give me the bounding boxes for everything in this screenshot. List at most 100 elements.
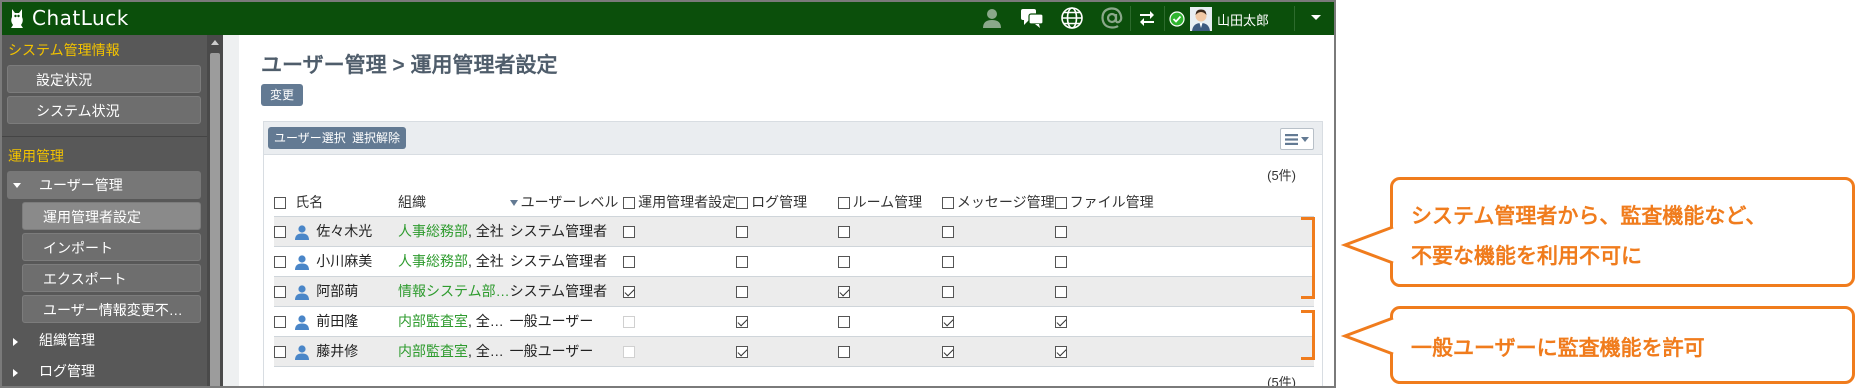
sidebar-item-settings-status[interactable]: 設定状況 (7, 65, 201, 93)
room-cell[interactable] (837, 275, 942, 306)
room-checkbox[interactable] (837, 316, 850, 329)
file-checkbox[interactable] (1054, 316, 1067, 329)
sidebar-scrollbar[interactable] (207, 35, 223, 386)
log-cell[interactable] (736, 245, 838, 276)
dept-link[interactable]: 内部監査室 (398, 313, 468, 329)
row-select-cell[interactable] (274, 215, 296, 246)
file-cell[interactable] (1054, 245, 1314, 276)
ops-admin-cell[interactable] (623, 335, 737, 367)
swap-arrows-icon[interactable] (1135, 6, 1159, 30)
table-row[interactable]: 藤井修 内部監査室, 全… 一般ユーザー (274, 335, 1314, 367)
row-select-cell[interactable] (274, 335, 296, 367)
scroll-up-arrow-icon[interactable] (211, 40, 219, 45)
sidebar-item-system-status[interactable]: システム状況 (7, 96, 201, 124)
file-cell[interactable] (1054, 215, 1314, 246)
room-cell[interactable] (837, 215, 942, 246)
dept-link[interactable]: 内部監査室 (398, 343, 468, 359)
column-header-message[interactable]: メッセージ管理 (941, 188, 1055, 216)
column-header-org[interactable]: 組織 (398, 188, 510, 216)
chat-bubbles-icon[interactable] (1020, 6, 1044, 30)
list-menu-button[interactable] (1280, 128, 1314, 150)
globe-icon[interactable] (1060, 6, 1084, 30)
ops-admin-checkbox[interactable] (623, 286, 636, 299)
column-header-user-level[interactable]: ユーザーレベル (509, 188, 624, 216)
log-checkbox[interactable] (736, 316, 749, 329)
sidebar-item-ops-admin-settings[interactable]: 運用管理者設定 (22, 202, 201, 230)
chevron-down-icon[interactable] (1304, 6, 1328, 30)
sidebar-item-export[interactable]: エクスポート (22, 264, 201, 292)
app-logo[interactable]: ChatLuck (8, 5, 129, 31)
ops-admin-checkbox[interactable] (623, 226, 636, 239)
dept-link[interactable]: 人事総務部 (398, 223, 468, 239)
message-cell[interactable] (941, 245, 1055, 276)
ops-admin-checkbox[interactable] (623, 256, 636, 269)
person-icon[interactable] (980, 6, 1004, 30)
user-menu[interactable]: 山田太郎 (1169, 7, 1269, 31)
ops-admin-cell[interactable] (623, 305, 737, 336)
message-cell[interactable] (941, 215, 1055, 246)
dept-link[interactable]: 人事総務部 (398, 253, 468, 269)
column-header-name[interactable]: 氏名 (295, 188, 398, 216)
sidebar-section-system-info[interactable]: システム管理情報 (2, 35, 207, 65)
change-button[interactable]: 変更 (261, 84, 304, 106)
row-select-checkbox[interactable] (274, 316, 286, 329)
room-checkbox[interactable] (837, 346, 850, 359)
message-cell[interactable] (941, 305, 1055, 336)
log-checkbox[interactable] (736, 346, 749, 359)
column-header-ops-admin[interactable]: 運用管理者設定 (623, 188, 736, 216)
room-cell[interactable] (837, 335, 942, 367)
log-cell[interactable] (736, 305, 838, 336)
log-checkbox[interactable] (736, 256, 749, 269)
row-select-checkbox[interactable] (274, 226, 286, 239)
column-checkbox[interactable] (623, 197, 636, 210)
file-checkbox[interactable] (1054, 256, 1067, 269)
room-cell[interactable] (837, 305, 942, 336)
row-select-cell[interactable] (274, 245, 296, 276)
column-header-log[interactable]: ログ管理 (736, 188, 837, 216)
room-cell[interactable] (837, 245, 942, 276)
file-cell[interactable] (1054, 335, 1314, 367)
file-checkbox[interactable] (1054, 286, 1067, 299)
file-cell[interactable] (1054, 305, 1314, 336)
header-select-all[interactable] (274, 188, 295, 216)
sidebar-item-log-management[interactable]: ログ管理 (7, 357, 201, 385)
log-cell[interactable] (736, 275, 838, 306)
message-checkbox[interactable] (941, 316, 954, 329)
sidebar-item-user-management[interactable]: ユーザー管理 (7, 171, 201, 199)
select-users-button[interactable]: ユーザー選択 (268, 127, 352, 149)
message-cell[interactable] (941, 335, 1055, 367)
column-header-file[interactable]: ファイル管理 (1054, 188, 1314, 216)
message-checkbox[interactable] (941, 346, 954, 359)
table-row[interactable]: 阿部萌 情報システム部… システム管理者 (274, 275, 1314, 306)
file-checkbox[interactable] (1054, 226, 1067, 239)
file-checkbox[interactable] (1054, 346, 1067, 359)
room-checkbox[interactable] (837, 226, 850, 239)
table-row[interactable]: 前田隆 内部監査室, 全… 一般ユーザー (274, 305, 1314, 336)
sidebar-item-import[interactable]: インポート (22, 233, 201, 261)
at-sign-icon[interactable] (1100, 6, 1124, 30)
column-checkbox[interactable] (736, 197, 749, 210)
dept-link[interactable]: 情報システム部… (398, 283, 510, 299)
row-select-checkbox[interactable] (274, 346, 286, 359)
column-checkbox[interactable] (837, 197, 850, 210)
log-checkbox[interactable] (736, 226, 749, 239)
ops-admin-cell[interactable] (623, 215, 737, 246)
row-select-cell[interactable] (274, 305, 296, 336)
room-checkbox[interactable] (837, 256, 850, 269)
ops-admin-cell[interactable] (623, 245, 737, 276)
log-cell[interactable] (736, 215, 838, 246)
row-select-cell[interactable] (274, 275, 296, 306)
file-cell[interactable] (1054, 275, 1314, 306)
row-select-checkbox[interactable] (274, 256, 286, 269)
message-checkbox[interactable] (941, 286, 954, 299)
column-checkbox[interactable] (1054, 197, 1067, 210)
table-row[interactable]: 佐々木光 人事総務部, 全社 システム管理者 (274, 215, 1314, 246)
select-all-checkbox[interactable] (274, 197, 286, 210)
room-checkbox[interactable] (837, 286, 850, 299)
sidebar-item-org-management[interactable]: 組織管理 (7, 326, 201, 354)
log-cell[interactable] (736, 335, 838, 367)
column-header-room[interactable]: ルーム管理 (837, 188, 942, 216)
sidebar-item-user-info-lock[interactable]: ユーザー情報変更不… (22, 295, 201, 323)
deselect-button[interactable]: 選択解除 (346, 127, 407, 149)
sidebar-section-operations[interactable]: 運用管理 (2, 141, 207, 171)
